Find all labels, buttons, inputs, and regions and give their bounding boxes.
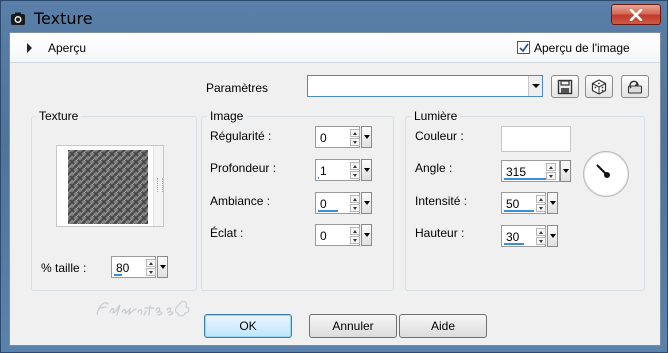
- hauteur-label: Hauteur :: [415, 226, 465, 240]
- eclat-label: Éclat :: [210, 226, 244, 240]
- ambiance-value[interactable]: 0: [320, 197, 327, 211]
- regularite-label: Régularité :: [210, 129, 272, 143]
- spin-down-icon[interactable]: [350, 204, 360, 212]
- ambiance-level: [318, 210, 338, 212]
- eclat-value[interactable]: 0: [320, 229, 327, 243]
- watermark-signature: [94, 295, 192, 323]
- size-spinner[interactable]: 80: [111, 256, 176, 278]
- parametres-combobox[interactable]: [307, 75, 543, 97]
- spin-up-icon[interactable]: [350, 195, 360, 203]
- spin-up-icon[interactable]: [350, 129, 360, 137]
- help-button[interactable]: Aide: [399, 314, 487, 338]
- light-color-swatch[interactable]: [501, 126, 571, 152]
- texture-scrollbar[interactable]: [153, 146, 163, 226]
- angle-label: Angle :: [415, 161, 453, 175]
- cancel-button[interactable]: Annuler: [309, 314, 397, 338]
- chevron-down-icon[interactable]: [157, 256, 168, 278]
- triangle-right-icon[interactable]: [27, 43, 32, 53]
- spin-down-icon[interactable]: [350, 171, 360, 179]
- intensite-value[interactable]: 50: [506, 197, 519, 211]
- save-preset-button[interactable]: [551, 75, 579, 98]
- spin-up-icon[interactable]: [536, 228, 546, 236]
- preview-image-label[interactable]: Aperçu de l'image: [534, 41, 630, 55]
- spin-down-icon[interactable]: [350, 236, 360, 244]
- spin-up-icon[interactable]: [536, 195, 546, 203]
- dialog-body: Aperçu Aperçu de l'image Paramètres Text…: [9, 32, 661, 346]
- reset-defaults-icon: [627, 80, 643, 94]
- eclat-spinner[interactable]: 0: [315, 224, 380, 246]
- regularite-value[interactable]: 0: [320, 131, 327, 145]
- chevron-down-icon[interactable]: [361, 192, 372, 214]
- checkmark-icon: [519, 43, 529, 53]
- randomize-dice-icon: [591, 78, 607, 95]
- apercu-toggle-label[interactable]: Aperçu: [48, 41, 86, 55]
- texture-picker[interactable]: [56, 145, 164, 227]
- angle-value[interactable]: 315: [506, 165, 526, 179]
- couleur-label: Couleur :: [415, 129, 464, 143]
- spin-down-icon[interactable]: [350, 138, 360, 146]
- preview-bar: Aperçu Aperçu de l'image: [10, 33, 660, 63]
- regularite-spinner[interactable]: 0: [315, 126, 380, 148]
- profondeur-label: Profondeur :: [210, 161, 277, 175]
- preview-image-checkbox[interactable]: [517, 41, 530, 54]
- randomize-button[interactable]: [585, 75, 613, 98]
- close-button[interactable]: [611, 4, 661, 25]
- ok-button[interactable]: OK: [204, 314, 292, 338]
- size-value[interactable]: 80: [116, 261, 129, 275]
- chevron-down-icon[interactable]: [560, 160, 571, 182]
- save-preset-icon: [557, 79, 573, 94]
- ambiance-spinner[interactable]: 0: [315, 192, 380, 214]
- chevron-down-icon[interactable]: [547, 192, 558, 214]
- camera-app-icon: [10, 11, 26, 27]
- image-group-title: Image: [207, 109, 247, 123]
- texture-swatch[interactable]: [68, 150, 148, 224]
- spin-up-icon[interactable]: [350, 162, 360, 170]
- chevron-down-icon[interactable]: [547, 225, 558, 247]
- texture-group-title: Texture: [36, 109, 82, 123]
- size-label: % taille :: [41, 261, 87, 275]
- profondeur-value[interactable]: 1: [320, 164, 327, 178]
- spin-down-icon[interactable]: [536, 237, 546, 245]
- profondeur-level: [318, 177, 319, 179]
- spin-down-icon[interactable]: [536, 204, 546, 212]
- angle-dial-icon: [596, 164, 610, 178]
- spin-down-icon[interactable]: [546, 172, 556, 180]
- parametres-label: Paramètres: [206, 81, 269, 95]
- spin-up-icon[interactable]: [546, 163, 556, 171]
- reset-defaults-button[interactable]: [621, 75, 649, 98]
- hauteur-value[interactable]: 30: [506, 230, 519, 244]
- hauteur-spinner[interactable]: 30: [501, 225, 566, 247]
- chevron-down-icon[interactable]: [361, 159, 372, 181]
- spin-up-icon[interactable]: [146, 259, 156, 267]
- intensite-label: Intensité :: [415, 194, 468, 208]
- dialog-window: Texture Aperçu Aperçu de l'image Paramèt…: [0, 0, 668, 353]
- window-title: Texture: [34, 9, 93, 28]
- chevron-down-icon[interactable]: [361, 224, 372, 246]
- angle-dial[interactable]: [583, 151, 629, 197]
- spin-up-icon[interactable]: [350, 227, 360, 235]
- lumiere-group-title: Lumière: [411, 109, 461, 123]
- intensite-spinner[interactable]: 50: [501, 192, 566, 214]
- close-icon: [629, 8, 643, 21]
- ambiance-label: Ambiance :: [210, 194, 271, 208]
- spin-down-icon[interactable]: [146, 268, 156, 276]
- profondeur-spinner[interactable]: 1: [315, 159, 380, 181]
- angle-spinner[interactable]: 315: [501, 160, 571, 182]
- chevron-down-icon[interactable]: [528, 76, 542, 96]
- chevron-down-icon[interactable]: [361, 126, 372, 148]
